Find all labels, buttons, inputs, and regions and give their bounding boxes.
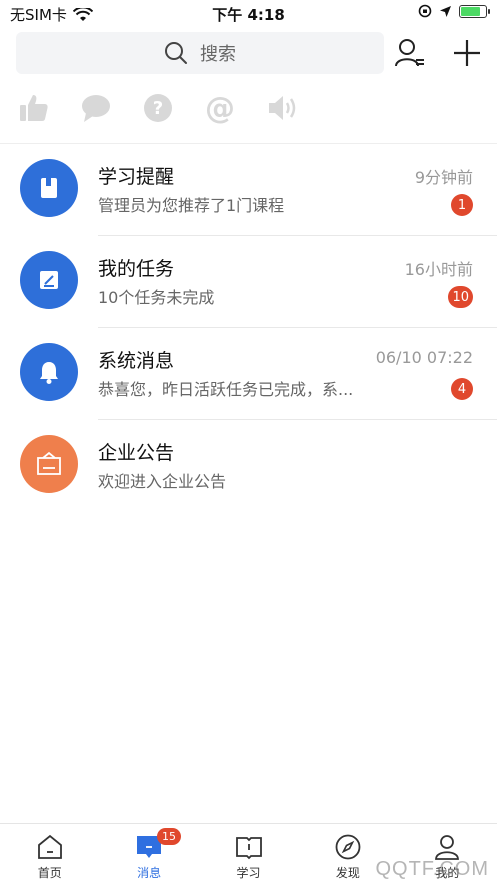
tab-label: 发现	[335, 866, 360, 880]
message-time: 06/10 07:22	[375, 348, 473, 367]
orientation-lock-icon	[418, 4, 432, 18]
location-icon	[440, 5, 451, 17]
avatar	[20, 251, 78, 309]
tab-home[interactable]: 首页	[0, 824, 99, 883]
tab-learn[interactable]: 学习	[199, 824, 298, 883]
tab-label: 首页	[37, 866, 62, 880]
bell-icon	[40, 362, 58, 384]
list-item[interactable]: 我的任务 10个任务未完成 16小时前 10	[0, 236, 497, 328]
profile-icon	[435, 835, 460, 860]
compass-icon	[335, 834, 361, 860]
list-item[interactable]: 系统消息 恭喜您，昨日活跃任务已完成，系... 06/10 07:22 4	[0, 328, 497, 420]
unread-badge: 4	[451, 378, 473, 400]
tab-bar: 首页 15 消息 学习 发现 我的 QQTF.COM	[0, 823, 497, 883]
message-preview: 恭喜您，昨日活跃任务已完成，系...	[98, 380, 354, 399]
thumbs-up-icon[interactable]	[18, 92, 50, 124]
list-item[interactable]: 企业公告 欢迎进入企业公告	[0, 420, 497, 512]
search-placeholder: 搜索	[200, 44, 236, 65]
message-preview: 10个任务未完成	[98, 288, 215, 307]
svg-text:@: @	[205, 92, 235, 124]
tab-badge: 15	[157, 828, 182, 845]
message-time: 16小时前	[404, 260, 473, 279]
at-icon[interactable]: @	[204, 92, 236, 124]
status-bar: 无SIM卡 下午 4:18	[0, 0, 497, 26]
contacts-icon[interactable]	[393, 36, 427, 70]
message-title: 学习提醒	[98, 166, 175, 188]
message-preview: 管理员为您推荐了1门课程	[98, 196, 285, 215]
avatar	[20, 343, 78, 401]
tab-messages[interactable]: 15 消息	[99, 824, 198, 883]
search-input[interactable]: 搜索	[16, 32, 384, 74]
task-icon	[40, 271, 58, 289]
tab-label: 学习	[236, 866, 261, 880]
quick-actions: ? @	[18, 92, 298, 124]
unread-badge: 10	[448, 286, 473, 308]
battery-icon	[459, 4, 490, 18]
unread-badge: 1	[451, 194, 473, 216]
avatar	[20, 435, 78, 493]
message-title: 企业公告	[98, 442, 175, 464]
watermark: QQTF.COM	[375, 858, 489, 880]
question-icon[interactable]: ?	[142, 92, 174, 124]
message-preview: 欢迎进入企业公告	[98, 472, 227, 491]
search-icon	[165, 42, 187, 64]
message-time: 9分钟前	[414, 168, 473, 187]
svg-text:?: ?	[153, 98, 163, 119]
message-title: 我的任务	[98, 258, 175, 280]
tab-label: 消息	[137, 866, 162, 880]
avatar	[20, 159, 78, 217]
chat-bubble-icon[interactable]	[80, 92, 112, 124]
announcement-icon	[37, 451, 61, 475]
speaker-icon[interactable]	[266, 92, 298, 124]
add-icon[interactable]	[450, 36, 484, 70]
learn-book-icon	[235, 837, 262, 860]
book-icon	[41, 178, 57, 198]
message-list: 学习提醒 管理员为您推荐了1门课程 9分钟前 1 我的任务 10个任务未完成 1…	[0, 143, 497, 512]
message-title: 系统消息	[98, 350, 175, 372]
home-icon	[37, 834, 62, 859]
list-item[interactable]: 学习提醒 管理员为您推荐了1门课程 9分钟前 1	[0, 144, 497, 236]
